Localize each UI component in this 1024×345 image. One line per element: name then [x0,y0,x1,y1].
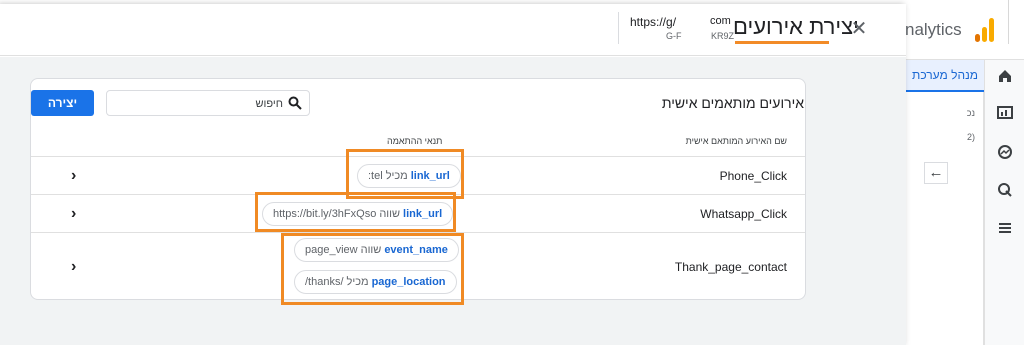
background-topbar: nalytics [900,0,1024,60]
background-app: nalytics מנהל מערכת נכ 2) ← [900,0,1024,345]
nav-rail [984,60,1024,345]
create-button[interactable]: יצירה [31,90,94,116]
configure-icon[interactable] [997,220,1015,236]
panel-text: 2) [966,132,975,142]
stream-url: https://g/ [630,15,677,29]
table-row[interactable]: › :tel מכיל link_url Phone_Click [31,156,805,194]
event-name: Phone_Click [719,169,787,183]
card-title: אירועים מותאמים אישית [661,95,804,111]
panel-text: נכ [966,108,975,118]
tab-admin[interactable]: מנהל מערכת [900,60,984,92]
search-box[interactable] [106,90,310,116]
reports-icon[interactable] [997,104,1015,120]
search-input[interactable] [123,95,283,113]
condition-chip: :tel מכיל link_url [357,164,461,188]
stream-domain: com [710,15,731,27]
stream-measurement-id: KR9Z [711,31,735,41]
title-underline [735,41,829,44]
header-divider [618,12,619,44]
drawer-body: יצירה אירועים מותאמים אישית תנאי ההתאמה … [0,57,906,345]
drawer-title: יצירת אירועים [733,14,859,39]
advertising-icon[interactable] [997,182,1015,198]
drawer-header: https://g/ G-F com KR9Z יצירת אירועים ✕ [0,4,906,56]
table-row[interactable]: › https://bit.ly/3hFxQso שווה link_url Wha… [31,194,805,232]
stream-id: G-F [666,31,682,41]
condition-chip: https://bit.ly/3hFxQso שווה link_url [262,202,454,226]
chevron-right-icon[interactable]: › [71,168,76,184]
explore-icon[interactable] [997,144,1015,160]
background-panel: נכ 2) ← [900,92,984,345]
table-row[interactable]: › page_view שווה event_name /thanks/מכיל pa… [31,232,805,300]
condition-chip: /thanks/מכיל page_location [294,270,457,294]
event-name: Thank_page_contact [674,260,787,274]
event-name: Whatsapp_Click [700,207,787,221]
create-events-drawer: https://g/ G-F com KR9Z יצירת אירועים ✕ … [0,4,906,345]
background-edge [1008,0,1024,44]
close-icon[interactable]: ✕ [848,18,870,40]
column-header-conditions: תנאי ההתאמה [387,136,443,146]
back-arrow-icon[interactable]: ← [924,162,948,184]
brand-name: nalytics [905,20,962,39]
column-header-name: שם האירוע המותאם אישית [685,136,787,146]
condition-chip: page_view שווה event_name [294,238,459,262]
chevron-right-icon[interactable]: › [71,259,76,275]
search-icon [288,96,302,110]
analytics-logo-icon [975,16,997,42]
custom-events-card: יצירה אירועים מותאמים אישית תנאי ההתאמה … [30,78,806,305]
chevron-right-icon[interactable]: › [71,206,76,222]
home-icon[interactable] [997,68,1015,84]
